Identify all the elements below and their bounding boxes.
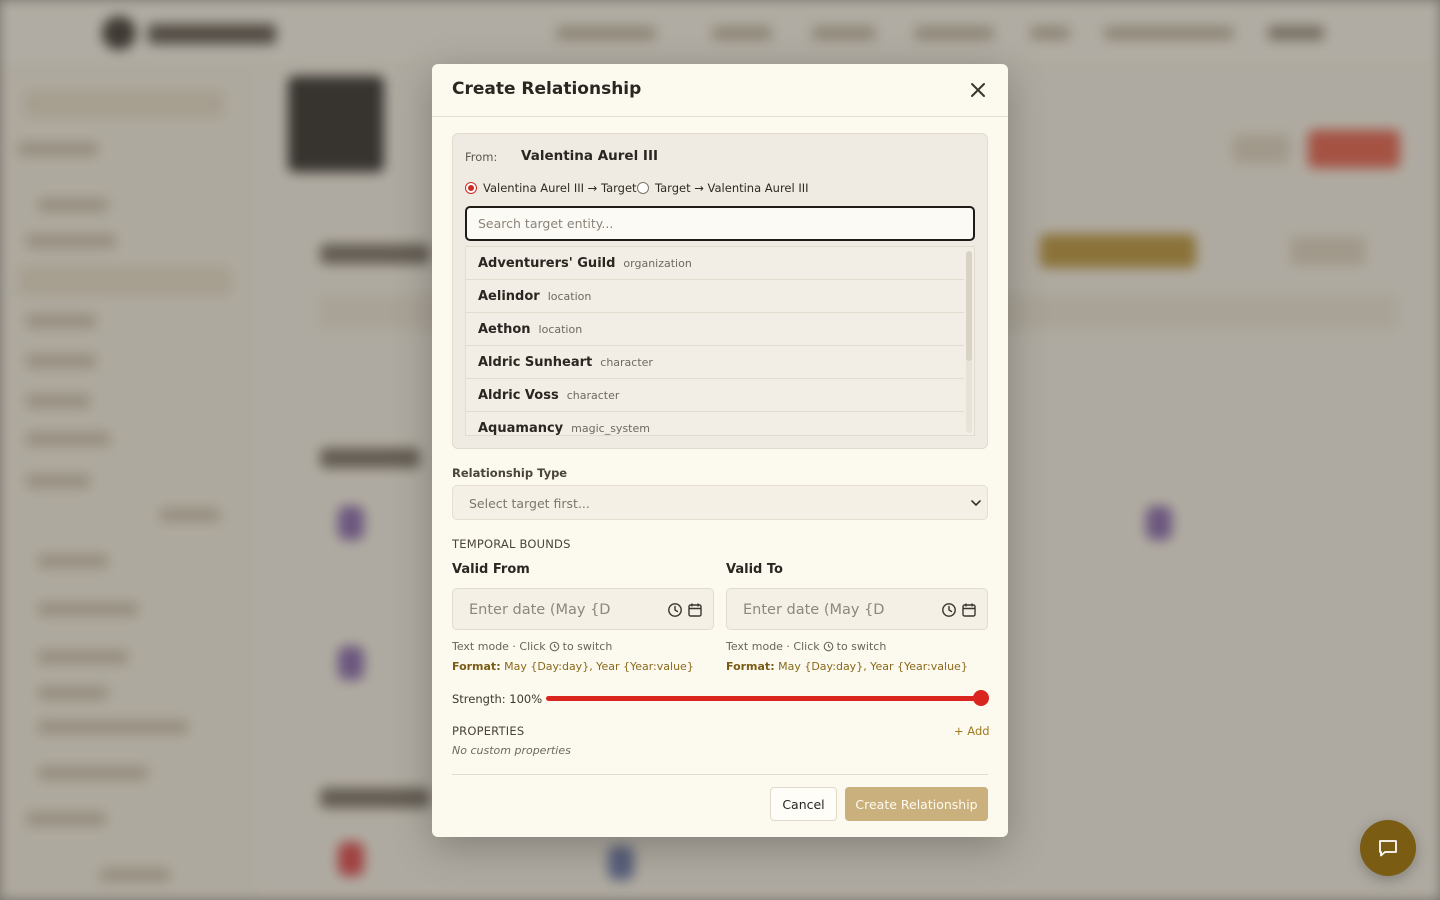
entity-name: Aldric Sunheart — [478, 354, 593, 370]
radio-unchecked-icon[interactable] — [637, 182, 649, 194]
list-item[interactable]: Aelindor location — [466, 280, 964, 313]
entity-name: Aethon — [478, 321, 531, 337]
relationship-type-label: Relationship Type — [452, 466, 568, 480]
hint-suffix: to switch — [562, 640, 613, 653]
entity-name: Aelindor — [478, 288, 540, 304]
valid-to-hint: Text mode · Click to switch — [726, 640, 886, 653]
chat-icon — [1379, 840, 1397, 857]
list-item[interactable]: Aldric Voss character — [466, 379, 964, 412]
clock-icon[interactable] — [667, 602, 683, 618]
target-entity-search-input[interactable] — [465, 206, 975, 241]
relationship-type-select[interactable]: Select target first... — [452, 485, 988, 520]
format-value: May {Day:day}, Year {Year:value} — [504, 660, 694, 673]
direction-reverse-label: Target → Valentina Aurel III — [655, 181, 809, 195]
strength-slider[interactable] — [546, 696, 987, 701]
list-scrollbar[interactable] — [966, 251, 972, 433]
relationship-type-placeholder: Select target first... — [469, 496, 590, 511]
entity-type: location — [547, 289, 592, 303]
entity-type: character — [566, 388, 620, 402]
direction-forward-label: Valentina Aurel III → Target — [483, 181, 637, 195]
modal-title: Create Relationship — [452, 79, 642, 99]
chat-button[interactable] — [1360, 820, 1416, 876]
entity-type: organization — [623, 256, 692, 270]
strength-slider-thumb[interactable] — [973, 690, 989, 706]
radio-checked-icon[interactable] — [465, 182, 477, 194]
valid-to-input[interactable] — [739, 597, 924, 623]
strength-label: Strength: 100% — [452, 692, 543, 706]
valid-to-format: Format: May {Day:day}, Year {Year:value} — [726, 660, 968, 673]
entity-type: magic_system — [571, 422, 650, 435]
list-item[interactable]: Aldric Sunheart character — [466, 346, 964, 379]
cancel-button[interactable]: Cancel — [770, 787, 837, 821]
list-item[interactable]: Aquamancy magic_system — [466, 412, 964, 436]
clock-icon[interactable] — [941, 602, 957, 618]
valid-from-label: Valid From — [452, 562, 530, 577]
chevron-down-icon — [971, 500, 981, 507]
valid-to-field — [726, 588, 988, 630]
list-item[interactable]: Aethon location — [466, 313, 964, 346]
clock-icon — [823, 641, 833, 652]
hint-prefix: Text mode · Click — [726, 640, 820, 653]
footer-divider — [452, 774, 988, 775]
add-property-button[interactable]: + Add — [954, 724, 990, 738]
valid-from-hint: Text mode · Click to switch — [452, 640, 612, 653]
entity-name: Adventurers' Guild — [478, 255, 616, 271]
direction-reverse-radio[interactable]: Target → Valentina Aurel III — [637, 180, 809, 196]
no-properties-text: No custom properties — [452, 744, 571, 757]
properties-heading: PROPERTIES — [452, 724, 525, 738]
close-icon[interactable] — [966, 78, 990, 102]
valid-to-label: Valid To — [726, 562, 783, 577]
hint-suffix: to switch — [836, 640, 887, 653]
temporal-bounds-heading: TEMPORAL BOUNDS — [452, 537, 571, 551]
direction-forward-radio[interactable]: Valentina Aurel III → Target — [465, 180, 637, 196]
format-value: May {Day:day}, Year {Year:value} — [778, 660, 968, 673]
modal-header: Create Relationship — [432, 64, 1008, 117]
format-label: Format: — [726, 660, 775, 673]
hint-prefix: Text mode · Click — [452, 640, 546, 653]
entity-name: Aldric Voss — [478, 387, 559, 403]
calendar-icon[interactable] — [961, 602, 977, 618]
valid-from-input[interactable] — [465, 597, 650, 623]
entity-type: character — [600, 355, 653, 369]
valid-from-format: Format: May {Day:day}, Year {Year:value} — [452, 660, 694, 673]
from-label: From: — [465, 150, 498, 164]
clock-icon — [549, 641, 559, 652]
format-label: Format: — [452, 660, 501, 673]
list-item[interactable]: Adventurers' Guild organization — [466, 247, 964, 280]
valid-from-field — [452, 588, 714, 630]
entity-name: Aquamancy — [478, 421, 564, 436]
entity-type: location — [538, 322, 583, 336]
from-entity-name: Valentina Aurel III — [521, 148, 658, 164]
create-relationship-button[interactable]: Create Relationship — [845, 787, 988, 821]
create-relationship-modal: Create Relationship From: Valentina Aure… — [432, 64, 1008, 837]
from-panel: From: Valentina Aurel III Valentina Aure… — [452, 133, 988, 449]
calendar-icon[interactable] — [687, 602, 703, 618]
entity-results-list: Adventurers' Guild organization Aelindor… — [465, 246, 975, 436]
list-scrollbar-thumb[interactable] — [966, 251, 972, 361]
